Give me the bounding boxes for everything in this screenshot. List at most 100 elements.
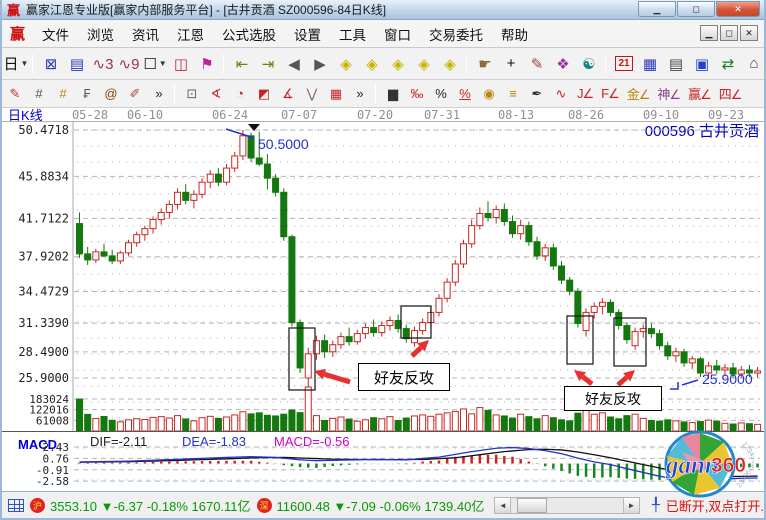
candle-style-dropdown[interactable]: ☐▼ bbox=[143, 52, 167, 76]
red-grid-icon[interactable]: ▦ bbox=[325, 83, 347, 104]
v-line-icon-glyph: ⋁ bbox=[307, 86, 318, 102]
fib-grid-icon[interactable]: ₣ bbox=[76, 83, 98, 104]
sector-map-icon[interactable]: ⊠ bbox=[39, 52, 63, 76]
mdi-close-button[interactable]: ✕ bbox=[740, 25, 758, 41]
menu-tools[interactable]: 工具 bbox=[330, 24, 375, 47]
f-angle-icon[interactable]: F∠ bbox=[598, 83, 622, 104]
zoom-in-diamond-icon[interactable]: ◈ bbox=[360, 52, 384, 76]
memo-icon[interactable]: ▤ bbox=[664, 52, 688, 76]
minimize-button[interactable]: ▁ bbox=[638, 1, 676, 17]
last-bar-icon[interactable]: ⇥ bbox=[256, 52, 280, 76]
remote-pc-icon[interactable]: ⌂ bbox=[742, 52, 766, 76]
gold-angle-icon[interactable]: 金∠ bbox=[624, 83, 653, 104]
draw-pen-grid-icon[interactable]: ✐ bbox=[124, 83, 146, 104]
mark-pen-icon[interactable]: ✒ bbox=[526, 83, 548, 104]
v-line-icon[interactable]: ⋁ bbox=[301, 83, 323, 104]
menu-formula-pick[interactable]: 公式选股 bbox=[213, 24, 285, 47]
gold-circle-icon[interactable]: ◉ bbox=[478, 83, 500, 104]
calendar-icon[interactable]: 21 bbox=[612, 52, 636, 76]
j-angle-icon[interactable]: J∠ bbox=[574, 83, 596, 104]
shanghai-index-quote[interactable]: 3553.10 ▼-6.37 -0.18% 1670.11亿 bbox=[50, 496, 251, 515]
scroll-thumb[interactable] bbox=[517, 498, 547, 513]
zoom-out-diamond-icon[interactable]: ◈ bbox=[334, 52, 358, 76]
f-angle-icon-glyph: F∠ bbox=[601, 86, 619, 102]
percent-icon[interactable]: % bbox=[430, 83, 452, 104]
red-grid-icon-glyph: ▦ bbox=[330, 86, 342, 102]
wave-band-icon[interactable]: ∿ bbox=[550, 83, 572, 104]
prev-bar-icon-glyph: ◀ bbox=[288, 55, 300, 73]
more-tools-chevron-2-glyph: » bbox=[356, 86, 363, 101]
save-icon[interactable]: ▣ bbox=[690, 52, 714, 76]
horizontal-scrollbar[interactable]: ◄ ► bbox=[494, 497, 640, 514]
circle-fan-icon[interactable]: ◔ bbox=[229, 83, 251, 104]
quote-table-icon[interactable] bbox=[8, 499, 24, 512]
menu-window[interactable]: 窗口 bbox=[375, 24, 420, 47]
first-bar-icon[interactable]: ⇤ bbox=[230, 52, 254, 76]
percent-icon-glyph: % bbox=[435, 86, 447, 101]
more-tools-chevron-2[interactable]: » bbox=[349, 83, 371, 104]
scroll-left-arrow[interactable]: ◄ bbox=[495, 498, 511, 513]
scroll-right-arrow[interactable]: ► bbox=[623, 498, 639, 513]
restore-chart-icon[interactable]: ◫ bbox=[169, 52, 193, 76]
next-bar-icon[interactable]: ▶ bbox=[308, 52, 332, 76]
prev-bar-icon[interactable]: ◀ bbox=[282, 52, 306, 76]
angle-pen-icon-glyph: ✎ bbox=[531, 55, 544, 73]
full-view-diamond-icon[interactable]: ◈ bbox=[438, 52, 462, 76]
kline-chart-panel[interactable]: 05-2806-1006-2407-0707-2007-3108-1308-26… bbox=[2, 108, 764, 491]
app-icon: 赢 bbox=[7, 0, 20, 19]
toolbar-separator bbox=[223, 54, 224, 74]
menu-trade[interactable]: 交易委托 bbox=[420, 24, 492, 47]
mdi-minimize-button[interactable]: ▁ bbox=[700, 25, 718, 41]
gold-grid-icon[interactable]: # bbox=[52, 83, 74, 104]
close-button[interactable]: ✕ bbox=[716, 1, 760, 17]
angle-line-icon[interactable]: ∡ bbox=[277, 83, 299, 104]
compress-horizontal-icon-glyph: ◈ bbox=[418, 55, 430, 73]
stat-bars-icon[interactable]: ▆ bbox=[382, 83, 404, 104]
permille-icon[interactable]: ‰ bbox=[406, 83, 428, 104]
angle-pen-icon[interactable]: ✎ bbox=[525, 52, 549, 76]
mdi-restore-button[interactable]: ◻ bbox=[720, 25, 738, 41]
gann-fan-icon[interactable]: ∢ bbox=[205, 83, 227, 104]
expand-horizontal-icon[interactable]: ◈ bbox=[386, 52, 410, 76]
chart-canvas[interactable]: 05-2806-1006-2407-0707-2007-3108-1308-26… bbox=[2, 108, 764, 491]
rect-frame-icon[interactable]: ⊡ bbox=[181, 83, 203, 104]
crosshair-icon[interactable]: + bbox=[499, 52, 523, 76]
kline-period-dropdown[interactable]: 日▼ bbox=[4, 52, 28, 76]
menu-browse[interactable]: 浏览 bbox=[78, 24, 123, 47]
percent-line-icon-glyph: % bbox=[459, 86, 471, 101]
shenzhen-index-quote[interactable]: 11600.48 ▼-7.09 -0.06% 1739.40亿 bbox=[277, 496, 485, 515]
menu-settings[interactable]: 设置 bbox=[285, 24, 330, 47]
window-title: 赢家江恩专业版[赢家内部服务平台] - [古井贡酒 SZ000596-84日K线… bbox=[26, 1, 386, 18]
smart-analysis-icon[interactable]: ☯ bbox=[577, 52, 601, 76]
box-fan-icon[interactable]: ◩ bbox=[253, 83, 275, 104]
maximize-button[interactable]: ◻ bbox=[677, 1, 715, 17]
si-angle-icon[interactable]: 四∠ bbox=[716, 83, 745, 104]
first-bar-icon-glyph: ⇤ bbox=[236, 55, 249, 73]
draw-brush-icon[interactable]: ✎ bbox=[4, 83, 26, 104]
shen-angle-icon[interactable]: 神∠ bbox=[654, 83, 683, 104]
f10-info-icon[interactable]: ▤ bbox=[65, 52, 89, 76]
compress-horizontal-icon[interactable]: ◈ bbox=[412, 52, 436, 76]
menu-help[interactable]: 帮助 bbox=[492, 24, 537, 47]
gann-wheel-icon[interactable]: @ bbox=[100, 83, 122, 104]
menu-file[interactable]: 文件 bbox=[33, 24, 78, 47]
save-icon-glyph: ▣ bbox=[695, 55, 709, 73]
indicator-flag-icon[interactable]: ⚑ bbox=[195, 52, 219, 76]
menu-news[interactable]: 资讯 bbox=[123, 24, 168, 47]
percent-line-icon[interactable]: % bbox=[454, 83, 476, 104]
pattern-annotation-box-1[interactable]: 好友反攻 bbox=[358, 363, 450, 391]
calculator-icon[interactable]: ▦ bbox=[638, 52, 662, 76]
menu-gann[interactable]: 江恩 bbox=[168, 24, 213, 47]
net-sync-icon[interactable]: ⇄ bbox=[716, 52, 740, 76]
wave-tool-icon[interactable]: ❖ bbox=[551, 52, 575, 76]
gold-lines-icon[interactable]: ≡ bbox=[502, 83, 524, 104]
crosshair-icon-glyph: + bbox=[507, 55, 516, 72]
gann-grid-icon[interactable]: # bbox=[28, 83, 50, 104]
ying-angle-icon[interactable]: 赢∠ bbox=[685, 83, 714, 104]
pattern-annotation-box-2[interactable]: 好友反攻 bbox=[564, 386, 662, 411]
annotation-arrow bbox=[412, 348, 421, 356]
minute3-chart-icon[interactable]: ∿3 bbox=[91, 52, 115, 76]
more-tools-chevron[interactable]: » bbox=[148, 83, 170, 104]
pan-hand-icon[interactable]: ☛ bbox=[473, 52, 497, 76]
minute9-chart-icon[interactable]: ∿9 bbox=[117, 52, 141, 76]
